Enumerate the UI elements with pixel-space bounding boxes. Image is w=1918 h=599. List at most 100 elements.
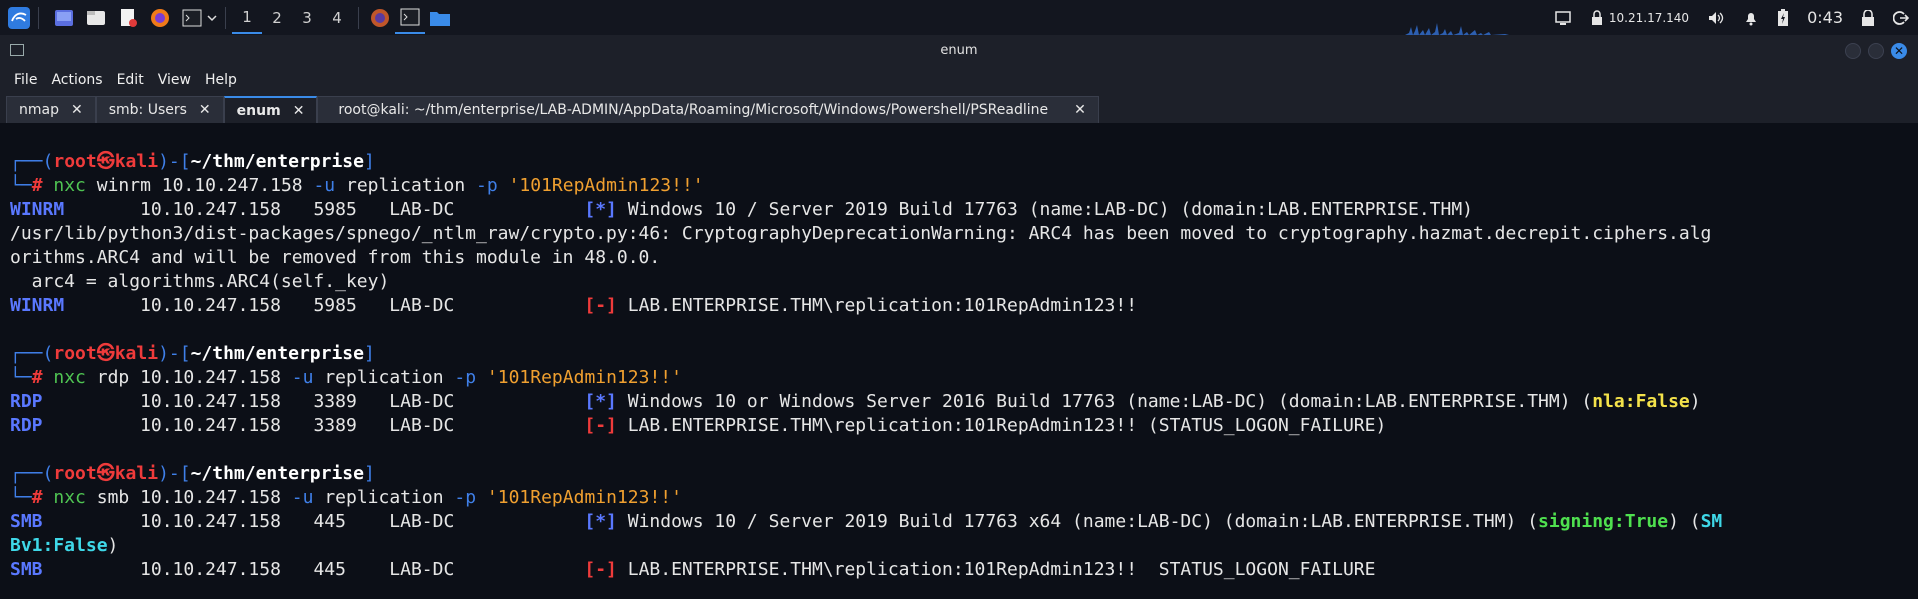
terminal-text: )-[: [158, 151, 191, 172]
terminal-text: 10.10.247.158 445 LAB-DC: [140, 511, 585, 532]
vpn-ip-address: 10.21.17.140: [1608, 10, 1690, 25]
terminal-lines: ┌──(root㉿kali)-[~/thm/enterprise] └─# nxc…: [10, 150, 1722, 582]
chevron-down-icon[interactable]: [205, 5, 219, 31]
taskbar-terminal-icon[interactable]: [395, 2, 425, 34]
menu-file[interactable]: File: [14, 72, 37, 88]
terminal-text: 10.10.247.158 445 LAB-DC: [140, 559, 585, 580]
tab-smb-users[interactable]: smb: Users ✕: [95, 96, 224, 123]
status-flag: SM: [1700, 511, 1723, 532]
terminal-text: ┌──(: [10, 151, 54, 172]
command-name: nxc: [53, 175, 86, 196]
terminal-text: -u: [291, 487, 314, 508]
clock[interactable]: 0:43: [1798, 0, 1852, 35]
vpn-lock-icon[interactable]: [1580, 0, 1609, 35]
output-line: WINRM 10.10.247.158 5985 LAB-DC [-] LAB.…: [10, 294, 1722, 318]
close-window-button[interactable]: ✕: [1891, 43, 1907, 59]
volume-icon[interactable]: [1698, 0, 1734, 35]
terminal-text: smb 10.10.247.158: [85, 487, 292, 508]
file-manager-icon[interactable]: [83, 5, 109, 31]
password-arg: '101RepAdmin123!!': [486, 487, 682, 508]
tab-psreadline[interactable]: root@kali: ~/thm/enterprise/LAB-ADMIN/Ap…: [317, 96, 1099, 123]
prompt-symbol: #: [31, 487, 43, 508]
kali-menu-icon[interactable]: [6, 5, 32, 31]
terminal-text: LAB.ENTERPRISE.THM\replication:101RepAdm…: [616, 415, 1387, 436]
workspace-switcher-icon[interactable]: [51, 5, 77, 31]
output-line: RDP 10.10.247.158 3389 LAB-DC [-] LAB.EN…: [10, 414, 1722, 438]
status-tag: [-]: [584, 559, 617, 580]
status-tag: [*]: [584, 391, 617, 412]
tab-label: enum: [236, 102, 281, 119]
output-line: RDP 10.10.247.158 3389 LAB-DC [*] Window…: [10, 390, 1722, 414]
taskbar-folder-icon[interactable]: [425, 2, 455, 34]
panel-separator: [358, 6, 359, 29]
status-tag: [-]: [584, 295, 617, 316]
window-titlebar[interactable]: enum ✕: [0, 35, 1918, 67]
menu-edit[interactable]: Edit: [117, 72, 144, 88]
terminal-text: winrm 10.10.247.158: [85, 175, 314, 196]
workspace-2[interactable]: 2: [262, 2, 292, 34]
terminal-text: └─: [10, 487, 32, 508]
close-tab-icon[interactable]: ✕: [199, 102, 211, 118]
prompt-user-host: root㉿kali: [53, 463, 159, 484]
terminal-text: -p: [454, 487, 477, 508]
prompt-symbol: #: [31, 367, 43, 388]
protocol-label: SMB: [10, 511, 141, 532]
terminal-text: └─: [10, 175, 32, 196]
workspace-4[interactable]: 4: [322, 2, 352, 34]
notifications-bell-icon[interactable]: [1734, 0, 1768, 35]
status-flag: Bv1:False: [10, 535, 108, 556]
menu-help[interactable]: Help: [205, 72, 237, 88]
prompt-cwd: ~/thm/enterprise: [190, 151, 364, 172]
menu-actions[interactable]: Actions: [51, 72, 102, 88]
menu-view[interactable]: View: [158, 72, 191, 88]
password-arg: '101RepAdmin123!!': [486, 367, 682, 388]
firefox-icon[interactable]: [147, 5, 173, 31]
terminal-text: 10.10.247.158 3389 LAB-DC: [140, 391, 585, 412]
panel-separator: [225, 6, 226, 29]
close-tab-icon[interactable]: ✕: [293, 103, 305, 119]
window-title: enum: [940, 43, 978, 58]
display-icon[interactable]: [1546, 0, 1580, 35]
tab-nmap[interactable]: nmap ✕: [6, 96, 96, 123]
command-name: nxc: [53, 487, 86, 508]
terminal-text: -p: [476, 175, 498, 196]
menu-bar: File Actions Edit View Help: [0, 67, 1918, 93]
taskbar-firefox-icon[interactable]: [365, 2, 395, 34]
logout-icon[interactable]: [1884, 0, 1918, 35]
tab-enum[interactable]: enum ✕: [223, 96, 318, 123]
terminal-icon[interactable]: [179, 5, 205, 31]
terminal-text: ): [107, 535, 119, 556]
terminal-text: -p: [454, 367, 477, 388]
terminal-text: arc4 = algorithms.ARC4(self._key): [10, 271, 390, 292]
terminal-text: orithms.ARC4 and will be removed from th…: [10, 247, 661, 268]
terminal-output[interactable]: ┌──(root㉿kali)-[~/thm/enterprise] └─# nxc…: [0, 123, 1918, 599]
terminal-text: Windows 10 / Server 2019 Build 17763 x64…: [616, 511, 1539, 532]
terminal-text: Windows 10 / Server 2019 Build 17763 (na…: [616, 199, 1474, 220]
text-editor-icon[interactable]: [115, 5, 141, 31]
maximize-button[interactable]: [1868, 43, 1884, 59]
terminal-text: /usr/lib/python3/dist-packages/spnego/_n…: [10, 223, 1712, 244]
output-line: orithms.ARC4 and will be removed from th…: [10, 246, 1722, 270]
output-line: SMB 10.10.247.158 445 LAB-DC [-] LAB.ENT…: [10, 558, 1722, 582]
terminal-text: replication: [313, 367, 455, 388]
minimize-button[interactable]: [1845, 43, 1861, 59]
prompt-cwd: ~/thm/enterprise: [190, 463, 364, 484]
workspace-1[interactable]: 1: [232, 2, 262, 34]
terminal-text: ]: [363, 463, 375, 484]
panel-separator: [38, 6, 39, 29]
terminal-text: replication: [313, 487, 455, 508]
workspace-3[interactable]: 3: [292, 2, 322, 34]
close-tab-icon[interactable]: ✕: [71, 102, 83, 118]
protocol-label: RDP: [10, 391, 141, 412]
output-line: WINRM 10.10.247.158 5985 LAB-DC [*] Wind…: [10, 198, 1722, 222]
battery-charging-icon[interactable]: [1768, 0, 1798, 35]
prompt-user-host: root㉿kali: [53, 151, 159, 172]
terminal-text: ]: [363, 151, 375, 172]
terminal-text: rdp 10.10.247.158: [85, 367, 292, 388]
lock-screen-icon[interactable]: [1852, 0, 1884, 35]
status-flag: signing:True: [1538, 511, 1669, 532]
close-tab-icon[interactable]: ✕: [1074, 102, 1086, 118]
